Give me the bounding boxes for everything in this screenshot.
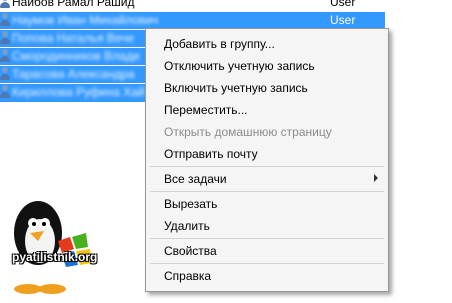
- user-icon: [0, 31, 10, 45]
- menu-item-move[interactable]: Переместить...: [164, 103, 248, 117]
- menu-item-enable-account[interactable]: Включить учетную запись: [164, 81, 308, 95]
- menu-item-open-home-page: Открыть домашнюю страницу: [164, 125, 332, 139]
- list-row[interactable]: Наумов Иван Михайлович User: [0, 12, 385, 29]
- user-name: Кириллова Руфина Хай: [12, 85, 145, 99]
- menu-item-properties[interactable]: Свойства: [164, 244, 217, 258]
- menu-item-cut[interactable]: Вырезать: [164, 197, 217, 211]
- menu-item-disable-account[interactable]: Отключить учетную запись: [164, 59, 315, 73]
- menu-separator: [150, 263, 384, 264]
- user-icon: [0, 67, 10, 81]
- menu-separator: [150, 191, 384, 192]
- user-type: User: [330, 0, 356, 9]
- user-icon: [0, 49, 10, 63]
- user-type: User: [330, 13, 356, 27]
- user-icon: [0, 13, 10, 27]
- menu-item-label: Все задачи: [164, 172, 227, 186]
- submenu-arrow-icon: [374, 174, 378, 182]
- menu-item-help[interactable]: Справка: [164, 269, 211, 283]
- watermark-text: pyatilistnik.org: [12, 250, 98, 264]
- user-name: Тарасова Александра: [12, 67, 135, 81]
- menu-item-send-mail[interactable]: Отправить почту: [164, 147, 258, 161]
- menu-item-delete[interactable]: Удалить: [164, 219, 210, 233]
- menu-separator: [150, 238, 384, 239]
- list-row[interactable]: Наибов Рамал Рашид User: [0, 0, 452, 11]
- menu-separator: [150, 166, 384, 167]
- user-icon: [0, 0, 10, 9]
- penguin-logo-icon: [14, 201, 92, 294]
- user-name: Смородинников Влади: [12, 49, 140, 63]
- user-icon: [0, 85, 10, 99]
- user-name: Наумов Иван Михайлович: [12, 13, 159, 27]
- menu-item-all-tasks[interactable]: Все задачи: [146, 172, 388, 188]
- context-menu: Добавить в группу... Отключить учетную з…: [145, 28, 389, 292]
- user-name: Наибов Рамал Рашид: [12, 0, 135, 9]
- user-name: Попова Наталья Вече: [12, 31, 135, 45]
- menu-item-add-to-group[interactable]: Добавить в группу...: [164, 37, 275, 51]
